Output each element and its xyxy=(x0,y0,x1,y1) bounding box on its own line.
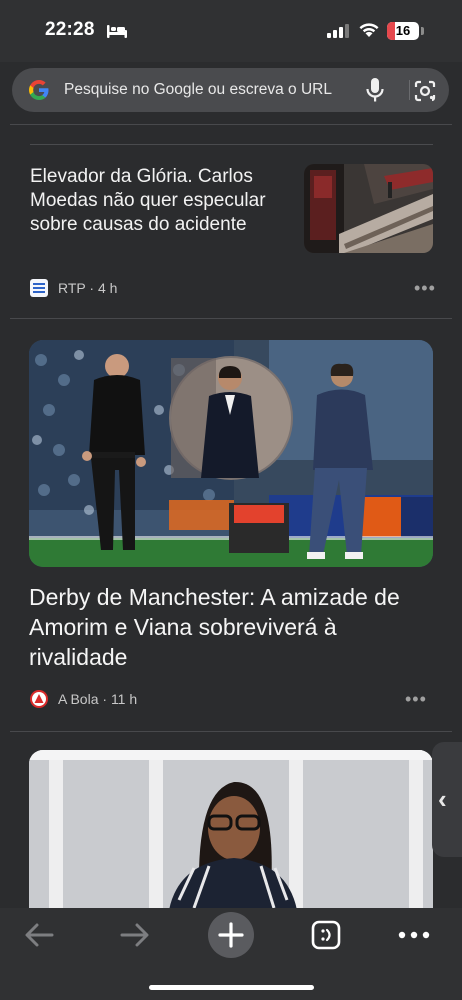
tab-switcher-icon[interactable] xyxy=(311,920,341,950)
battery-level-fill xyxy=(387,22,395,40)
meta-separator: · xyxy=(102,691,108,707)
article-card-3-image[interactable] xyxy=(29,750,433,910)
home-indicator xyxy=(149,985,314,990)
more-icon[interactable] xyxy=(398,930,430,940)
status-bar: 22:28 16 xyxy=(0,0,462,62)
card-divider xyxy=(10,318,452,319)
article-age: 11 h xyxy=(110,691,138,707)
status-time: 22:28 xyxy=(45,19,95,40)
chevron-left-icon: ‹ xyxy=(438,784,447,814)
article-thumbnail[interactable] xyxy=(304,164,433,253)
google-lens-icon[interactable] xyxy=(412,78,438,104)
article-source: RTP · 4 h xyxy=(58,280,117,296)
battery-percent: 16 xyxy=(395,23,411,38)
funicular-photo xyxy=(304,164,433,253)
article-title[interactable]: Derby de Manchester: A amizade de Amorim… xyxy=(29,582,429,672)
search-input[interactable]: Pesquise no Google ou escreva o URL xyxy=(64,81,332,99)
source-name: A Bola xyxy=(58,691,99,707)
feed-divider xyxy=(30,144,433,145)
search-bar-divider xyxy=(409,80,410,100)
plus-icon[interactable] xyxy=(208,912,254,958)
microphone-icon[interactable] xyxy=(364,77,386,103)
arrow-right-icon[interactable] xyxy=(120,922,150,948)
rtp-logo-icon xyxy=(30,279,48,297)
article-image[interactable] xyxy=(29,340,433,567)
source-name: RTP xyxy=(58,280,86,296)
battery-tip xyxy=(421,27,424,35)
card-divider xyxy=(10,731,452,732)
side-panel-handle[interactable]: ‹ xyxy=(432,742,462,857)
more-options-button[interactable]: ••• xyxy=(414,278,436,299)
battery-indicator: 16 xyxy=(387,22,419,40)
sleep-mode-icon xyxy=(107,25,127,38)
article-title[interactable]: Elevador da Glória. Carlos Moedas não qu… xyxy=(30,165,290,237)
a-bola-logo-icon xyxy=(30,690,48,708)
google-logo-icon xyxy=(29,80,49,100)
wifi-icon xyxy=(359,23,379,37)
manchester-derby-photo xyxy=(29,340,433,567)
portrait-photo xyxy=(29,750,433,910)
meta-separator: · xyxy=(89,280,95,296)
article-age: 4 h xyxy=(97,280,118,296)
feed-divider xyxy=(10,124,452,125)
article-source: A Bola · 11 h xyxy=(58,691,137,707)
search-bar[interactable]: Pesquise no Google ou escreva o URL xyxy=(12,68,449,112)
more-options-button[interactable]: ••• xyxy=(405,689,427,710)
arrow-left-icon[interactable] xyxy=(24,922,54,948)
cellular-signal-icon xyxy=(327,24,349,38)
